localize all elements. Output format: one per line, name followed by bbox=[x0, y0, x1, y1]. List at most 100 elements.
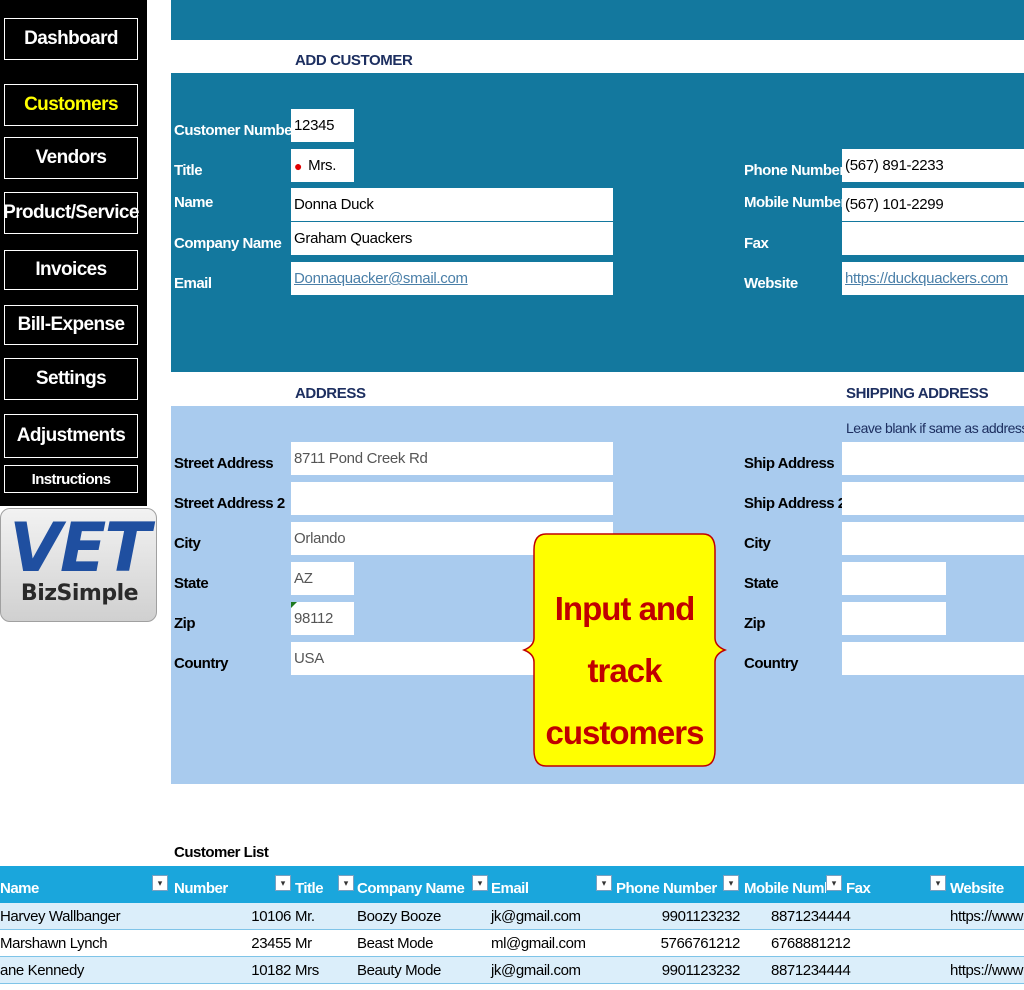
label-ship-address2: Ship Address 2 bbox=[744, 495, 846, 512]
label-city: City bbox=[174, 535, 201, 552]
cell-title: Mr bbox=[295, 935, 312, 952]
col-number: Number bbox=[174, 880, 228, 897]
cell-website: https://www bbox=[950, 962, 1024, 979]
cell-email: jk@gmail.com bbox=[491, 962, 581, 979]
label-mobile: Mobile Number bbox=[744, 194, 846, 211]
website-field[interactable]: https://duckquackers.com bbox=[842, 262, 1024, 295]
label-street2: Street Address 2 bbox=[174, 495, 285, 512]
col-name: Name bbox=[0, 880, 39, 897]
label-ship-city: City bbox=[744, 535, 771, 552]
col-mobile: Mobile Numbe bbox=[744, 880, 826, 897]
cell-company: Boozy Booze bbox=[357, 908, 441, 925]
nav-instructions[interactable]: Instructions bbox=[4, 465, 138, 493]
nav-settings[interactable]: Settings bbox=[4, 358, 138, 400]
cell-phone: 9901123232 bbox=[661, 962, 741, 979]
filter-dropdown-icon[interactable]: ▾ bbox=[338, 875, 354, 891]
cell-number: 23455 bbox=[251, 935, 291, 952]
filter-dropdown-icon[interactable]: ▾ bbox=[723, 875, 739, 891]
sort-filter-icon[interactable]: ▾ bbox=[152, 875, 168, 891]
sidebar: Dashboard Customers Vendors Product/Serv… bbox=[0, 0, 147, 506]
filter-dropdown-icon[interactable]: ▾ bbox=[826, 875, 842, 891]
zip-field[interactable]: 98112 bbox=[291, 602, 354, 635]
ship-country-field[interactable] bbox=[842, 642, 1024, 675]
cell-title: Mr. bbox=[295, 908, 315, 925]
callout-line-2: track bbox=[587, 652, 663, 689]
cell-website: https://www bbox=[950, 908, 1024, 925]
cell-email: ml@gmail.com bbox=[491, 935, 586, 952]
filter-dropdown-icon[interactable]: ▾ bbox=[596, 875, 612, 891]
label-ship-country: Country bbox=[744, 655, 799, 672]
phone-field[interactable]: (567) 891-2233 bbox=[842, 149, 1024, 182]
callout-line-3: customers bbox=[545, 714, 705, 751]
col-company: Company Name bbox=[357, 880, 465, 897]
row-divider bbox=[0, 983, 1024, 984]
table-row[interactable]: Harvey Wallbanger 10106 Mr. Boozy Booze … bbox=[0, 903, 1024, 929]
nav-adjustments[interactable]: Adjustments bbox=[4, 414, 138, 458]
col-website: Website bbox=[950, 880, 1004, 897]
nav-dashboard[interactable]: Dashboard bbox=[4, 18, 138, 60]
label-zip: Zip bbox=[174, 615, 196, 632]
filter-dropdown-icon[interactable]: ▾ bbox=[472, 875, 488, 891]
cell-phone: 5766761212 bbox=[660, 935, 741, 952]
col-phone: Phone Number bbox=[616, 880, 717, 897]
top-banner bbox=[171, 0, 1024, 40]
label-email: Email bbox=[174, 275, 212, 292]
fax-field[interactable] bbox=[842, 222, 1024, 255]
cell-phone: 9901123232 bbox=[661, 908, 741, 925]
logo-sub-text: BizSimple bbox=[20, 581, 139, 606]
col-email: Email bbox=[491, 880, 529, 897]
cell-company: Beauty Mode bbox=[357, 962, 441, 979]
title-field[interactable]: ● Mrs. bbox=[291, 149, 354, 182]
ship-address2-field[interactable] bbox=[842, 482, 1024, 515]
vet-bizsimple-logo: VET BizSimple bbox=[0, 508, 157, 622]
label-customer-number: Customer Number bbox=[174, 122, 298, 139]
label-ship-state: State bbox=[744, 575, 779, 592]
cell-name: Marshawn Lynch bbox=[0, 935, 108, 952]
nav-customers[interactable]: Customers bbox=[4, 84, 138, 126]
label-state: State bbox=[174, 575, 209, 592]
title-value: Mrs. bbox=[308, 157, 337, 174]
state-field[interactable]: AZ bbox=[291, 562, 354, 595]
customer-number-field[interactable]: 12345 bbox=[291, 109, 354, 142]
street2-field[interactable] bbox=[291, 482, 613, 515]
label-country: Country bbox=[174, 655, 229, 672]
street-field[interactable]: 8711 Pond Creek Rd bbox=[291, 442, 613, 475]
cell-title: Mrs bbox=[295, 962, 319, 979]
label-title: Title bbox=[174, 162, 203, 179]
label-website: Website bbox=[744, 275, 798, 292]
ship-zip-field[interactable] bbox=[842, 602, 946, 635]
name-field[interactable]: Donna Duck bbox=[291, 188, 613, 221]
callout-line-1: Input and bbox=[554, 590, 695, 627]
ship-state-field[interactable] bbox=[842, 562, 946, 595]
label-name: Name bbox=[174, 194, 213, 211]
cell-mobile: 8871234444 bbox=[771, 908, 851, 925]
cell-name: ane Kennedy bbox=[0, 962, 85, 979]
col-fax: Fax bbox=[846, 880, 871, 897]
cell-comment-marker-icon bbox=[291, 602, 297, 608]
cell-email: jk@gmail.com bbox=[491, 908, 581, 925]
address-title: ADDRESS bbox=[295, 385, 366, 402]
nav-product-service[interactable]: Product/Service bbox=[3, 192, 139, 234]
table-row[interactable]: ane Kennedy 10182 Mrs Beauty Mode jk@gma… bbox=[0, 957, 1024, 983]
nav-bill-expense[interactable]: Bill-Expense bbox=[4, 305, 138, 345]
table-row[interactable]: Marshawn Lynch 23455 Mr Beast Mode ml@gm… bbox=[0, 930, 1024, 956]
cell-mobile: 6768881212 bbox=[771, 935, 851, 952]
zip-value: 98112 bbox=[294, 610, 334, 627]
filter-dropdown-icon[interactable]: ▾ bbox=[930, 875, 946, 891]
ship-city-field[interactable] bbox=[842, 522, 1024, 555]
cell-number: 10182 bbox=[251, 962, 291, 979]
filter-dropdown-icon[interactable]: ▾ bbox=[275, 875, 291, 891]
label-company: Company Name bbox=[174, 235, 282, 252]
required-dot-icon: ● bbox=[294, 157, 303, 174]
nav-invoices[interactable]: Invoices bbox=[4, 250, 138, 290]
customer-list-title: Customer List bbox=[174, 844, 269, 861]
shipping-address-title: SHIPPING ADDRESS bbox=[846, 385, 989, 402]
company-field[interactable]: Graham Quackers bbox=[291, 222, 613, 255]
callout-text: Input and track customers bbox=[522, 578, 727, 764]
label-street: Street Address bbox=[174, 455, 274, 472]
email-field[interactable]: Donnaquacker@smail.com bbox=[291, 262, 613, 295]
mobile-field[interactable]: (567) 101-2299 bbox=[842, 188, 1024, 221]
nav-vendors[interactable]: Vendors bbox=[4, 137, 138, 179]
ship-address-field[interactable] bbox=[842, 442, 1024, 475]
col-title: Title bbox=[295, 880, 324, 897]
